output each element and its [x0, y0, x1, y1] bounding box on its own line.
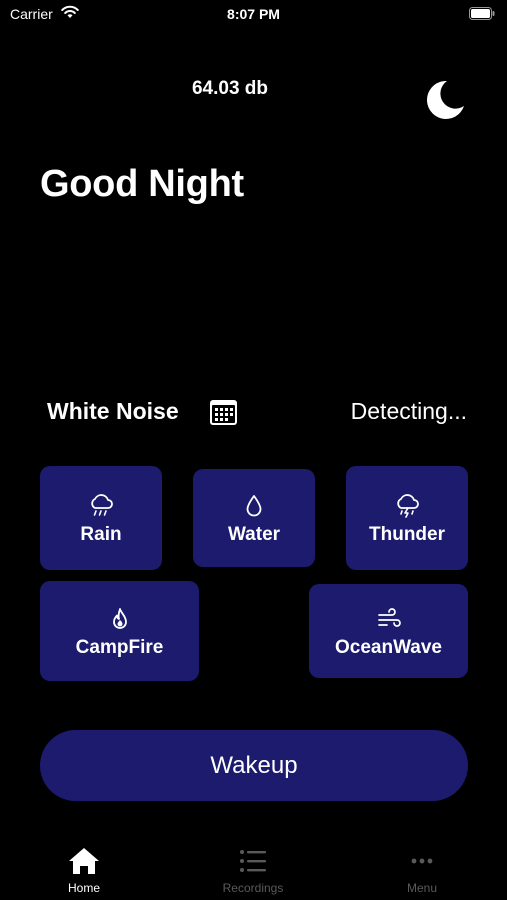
battery-icon: [469, 7, 495, 20]
oceanwave-button[interactable]: OceanWave: [309, 584, 468, 678]
wind-wave-icon: [377, 608, 401, 627]
thunder-button[interactable]: Thunder: [346, 466, 468, 570]
campfire-label: CampFire: [75, 637, 164, 658]
tab-recordings-label: Recordings: [222, 881, 284, 895]
detection-status: Detecting...: [350, 398, 467, 424]
tab-home-label: Home: [67, 881, 100, 895]
rain-cloud-icon: [91, 494, 113, 516]
flame-icon: [112, 608, 127, 629]
tab-menu-label: Menu: [406, 881, 438, 895]
home-icon: [69, 848, 99, 874]
calendar-icon[interactable]: [210, 400, 237, 425]
rain-button[interactable]: Rain: [40, 466, 162, 570]
campfire-button[interactable]: CampFire: [40, 581, 199, 681]
thunder-label: Thunder: [369, 524, 445, 545]
tab-menu[interactable]: Menu: [362, 846, 482, 895]
clock-time: 8:07 PM: [227, 6, 280, 22]
water-drop-icon: [246, 495, 262, 517]
wakeup-button[interactable]: Wakeup: [40, 730, 468, 801]
more-dots-icon: [411, 858, 433, 864]
tab-home[interactable]: Home: [24, 846, 144, 895]
rain-label: Rain: [80, 524, 122, 545]
list-icon: [240, 850, 266, 872]
oceanwave-label: OceanWave: [334, 637, 442, 658]
page-title: Good Night: [40, 163, 244, 205]
status-bar: Carrier 8:07 PM: [0, 0, 507, 30]
water-label: Water: [227, 524, 281, 545]
water-button[interactable]: Water: [193, 469, 315, 567]
tab-recordings[interactable]: Recordings: [193, 846, 313, 895]
section-title: White Noise: [47, 398, 179, 424]
thunder-cloud-icon: [397, 494, 419, 518]
decibel-readout: 64.03 db: [191, 78, 269, 99]
moon-icon[interactable]: [420, 78, 466, 124]
tab-bar: Home Recordings Menu: [0, 830, 507, 900]
